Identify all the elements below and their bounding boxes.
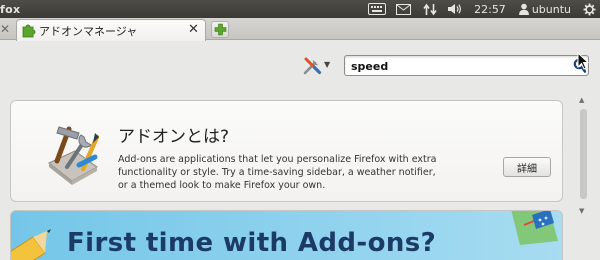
scrollbar-thumb[interactable] bbox=[580, 109, 587, 199]
content-area: アドオンとは? Add-ons are applications that le… bbox=[0, 89, 600, 260]
tools-menu-button[interactable]: ▼ bbox=[302, 56, 334, 76]
addons-intro-panel: アドオンとは? Add-ons are applications that le… bbox=[10, 100, 563, 202]
keyboard-icon[interactable] bbox=[368, 3, 387, 15]
banner-decoration bbox=[11, 229, 51, 260]
username[interactable]: ubuntu bbox=[532, 3, 571, 16]
tab-strip: ✕ アドオンマネージャ ✕ bbox=[0, 18, 600, 41]
intro-description: Add-ons are applications that let you pe… bbox=[118, 154, 437, 191]
plus-icon bbox=[214, 23, 227, 36]
system-top-panel: fox 22:57 ubuntu bbox=[0, 0, 600, 18]
tab-addon-manager[interactable]: アドオンマネージャ ✕ bbox=[16, 19, 206, 41]
banner-decoration bbox=[511, 211, 558, 245]
tools-illustration bbox=[48, 126, 100, 185]
app-title: fox bbox=[0, 3, 21, 16]
chevron-down-icon: ▼ bbox=[324, 60, 331, 69]
intro-title: アドオンとは? bbox=[118, 127, 230, 147]
scroll-up-arrow-icon[interactable]: ▲ bbox=[579, 96, 584, 104]
banner-title: First time with Add-ons? bbox=[67, 228, 437, 258]
clock[interactable]: 22:57 bbox=[474, 3, 506, 16]
learn-more-button[interactable]: 詳細 bbox=[503, 157, 551, 177]
network-icon[interactable] bbox=[423, 3, 437, 16]
scroll-down-arrow-icon[interactable]: ▼ bbox=[579, 207, 584, 215]
close-icon[interactable]: ✕ bbox=[0, 21, 14, 37]
new-tab-button[interactable] bbox=[211, 21, 229, 38]
search-field[interactable] bbox=[344, 55, 589, 76]
tools-icon bbox=[303, 57, 322, 75]
user-icon bbox=[518, 3, 529, 15]
mail-icon[interactable] bbox=[396, 3, 412, 15]
tab-label: アドオンマネージャ bbox=[39, 25, 138, 38]
volume-icon[interactable] bbox=[447, 3, 462, 15]
tab-close-icon[interactable]: ✕ bbox=[188, 22, 199, 38]
scrollbar[interactable]: ▲ ▼ bbox=[575, 89, 590, 260]
session-icon[interactable] bbox=[583, 3, 596, 16]
addons-toolbar: ▼ bbox=[0, 41, 600, 89]
first-time-banner: First time with Add-ons? bbox=[10, 210, 563, 260]
system-tray: 22:57 ubuntu bbox=[368, 0, 600, 18]
search-input[interactable] bbox=[351, 58, 571, 74]
addon-icon bbox=[21, 22, 37, 42]
cursor-icon bbox=[577, 52, 589, 70]
